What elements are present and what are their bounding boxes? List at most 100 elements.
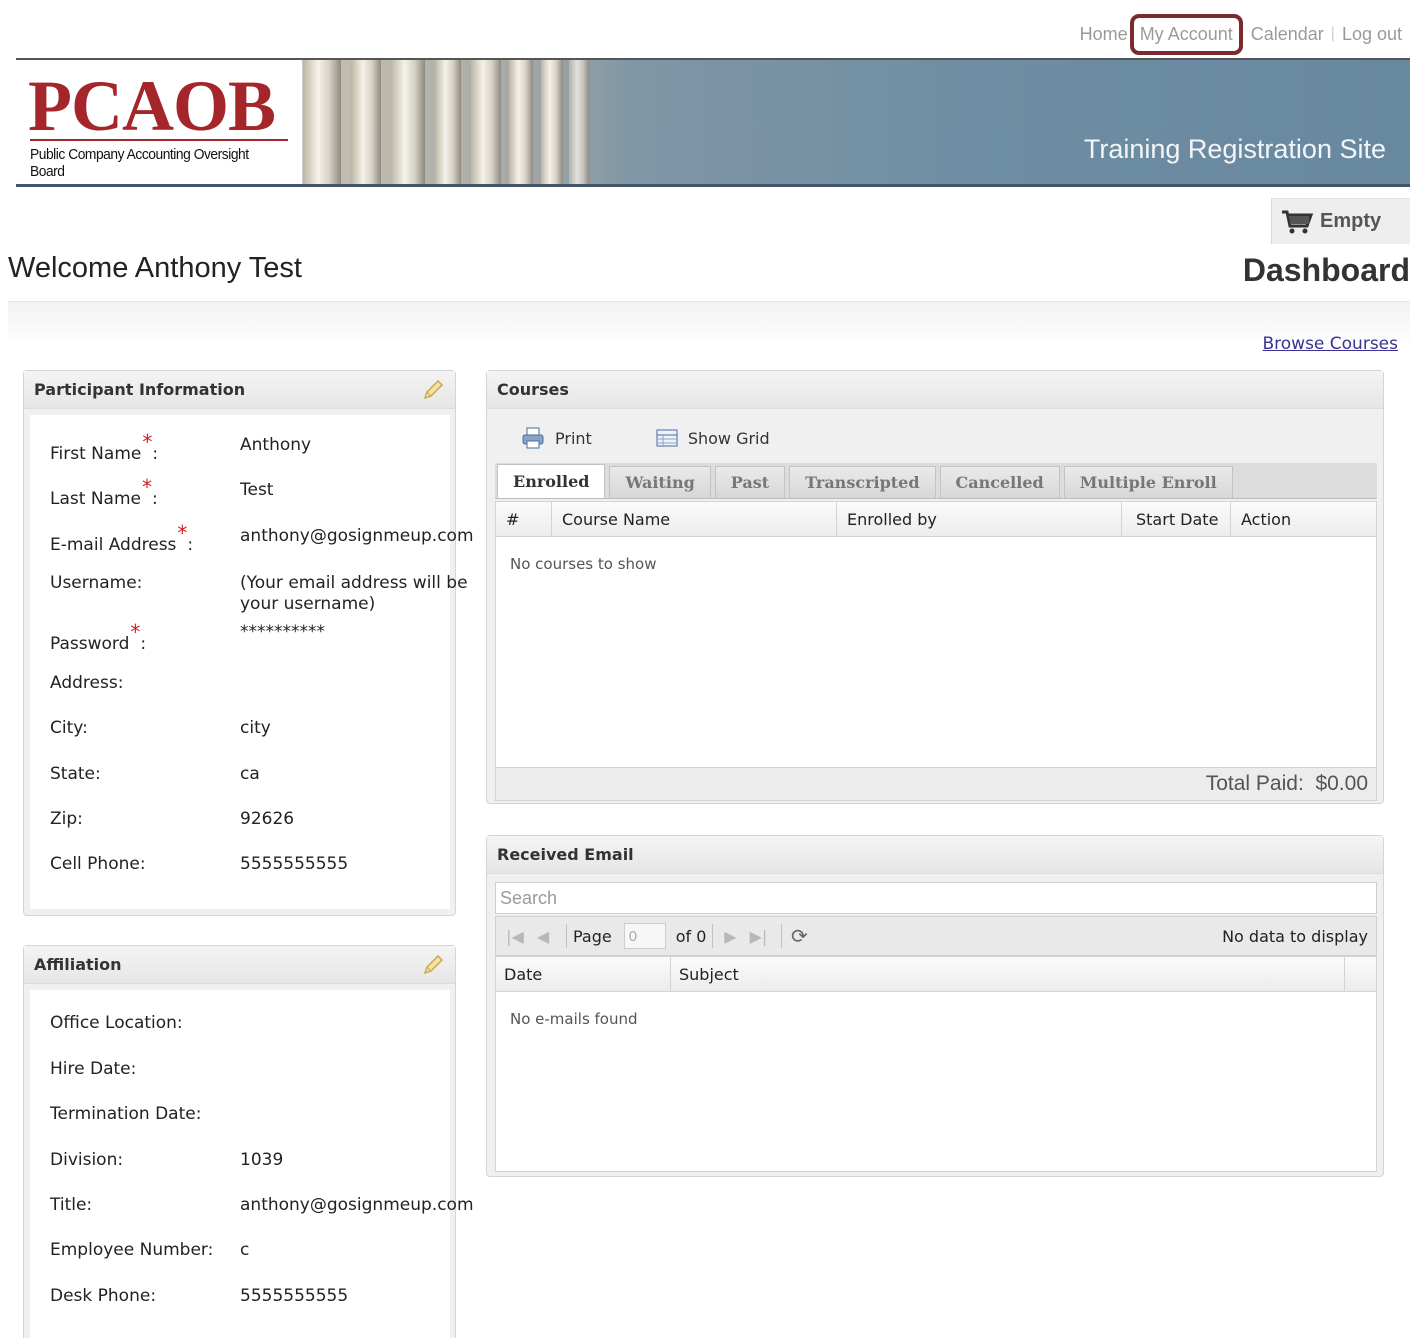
nav-my-account-link[interactable]: My Account (1140, 24, 1233, 44)
email-search-input[interactable] (495, 882, 1377, 914)
tab-waiting[interactable]: Waiting (609, 466, 711, 498)
nav-home-link[interactable]: Home (1080, 24, 1128, 45)
email-pager: |◀ ◀ Page of 0 ▶ ▶| ⟳ No data to display (495, 916, 1377, 956)
nav-my-account-highlight[interactable]: My Account (1129, 13, 1243, 55)
tab-enrolled[interactable]: Enrolled (497, 464, 606, 498)
total-paid-bar: Total Paid: $0.00 (495, 767, 1377, 801)
tab-transcripted[interactable]: Transcripted (789, 466, 936, 498)
column-header-number[interactable]: # (496, 502, 552, 536)
received-email-title: Received Email (497, 845, 634, 864)
no-data-message: No data to display (1222, 926, 1368, 946)
no-emails-message: No e-mails found (510, 1010, 638, 1028)
courses-header: Courses (487, 371, 1383, 409)
site-title: Training Registration Site (1083, 134, 1386, 164)
pager-separator (712, 924, 714, 948)
last-page-icon[interactable]: ▶| (747, 924, 769, 948)
page-number-input[interactable] (623, 923, 666, 949)
email-grid-body: No e-mails found (495, 992, 1377, 1172)
city-value: city (240, 718, 271, 738)
total-paid: Total Paid: $0.00 (1205, 772, 1368, 795)
required-asterisk: * (130, 620, 141, 644)
column-header-enrolled-by[interactable]: Enrolled by (837, 502, 1122, 536)
logo-subtitle: Public Company Accounting Oversight Boar… (30, 146, 249, 180)
show-grid-label: Show Grid (687, 428, 770, 448)
division-value: 1039 (240, 1150, 284, 1170)
email-value: anthony@gosignmeup.com (240, 526, 474, 546)
column-header-start-date[interactable]: Start Date (1122, 502, 1231, 536)
field-label: E-mail Address (50, 535, 177, 555)
next-page-icon[interactable]: ▶ (719, 924, 741, 948)
column-header-subject[interactable]: Subject (671, 957, 1345, 991)
browse-courses-link[interactable]: Browse Courses (1262, 334, 1398, 354)
welcome-message: Welcome Anthony Test (8, 252, 302, 284)
first-name-value: Anthony (240, 435, 312, 455)
required-asterisk: * (177, 521, 188, 545)
first-page-icon[interactable]: |◀ (504, 924, 526, 948)
field-label: State: (50, 764, 101, 784)
field-label: First Name (50, 444, 142, 464)
printer-icon (522, 427, 544, 449)
header-banner: PCAOB Public Company Accounting Oversigh… (16, 58, 1410, 187)
field-label: Username: (50, 573, 143, 593)
grid-icon (656, 429, 678, 447)
participant-info-header: Participant Information (24, 371, 455, 409)
field-label: Title: (50, 1195, 93, 1215)
pager-separator (566, 924, 567, 948)
tab-multiple-enroll[interactable]: Multiple Enroll (1063, 466, 1233, 498)
column-header-date[interactable]: Date (496, 957, 671, 991)
cart-label: Empty (1320, 210, 1382, 232)
tab-past[interactable]: Past (714, 466, 786, 498)
title-value: anthony@gosignmeup.com (240, 1195, 474, 1215)
participant-info-panel: Participant Information First Name*: Ant… (23, 370, 474, 916)
pager-separator (781, 924, 783, 948)
username-value: (Your email address will be your usernam… (240, 573, 468, 614)
cart-button[interactable]: Empty (1271, 198, 1410, 244)
edit-pencil-icon[interactable] (421, 953, 445, 977)
affiliation-title: Affiliation (34, 955, 122, 974)
state-value: ca (240, 764, 260, 784)
tab-cancelled[interactable]: Cancelled (939, 466, 1060, 498)
courses-grid-body: No courses to show (495, 537, 1377, 767)
last-name-value: Test (240, 480, 274, 500)
page-count: of 0 (675, 926, 707, 946)
courses-grid-header: # Course Name Enrolled by Start Date Act… (495, 501, 1377, 537)
courses-toolbar: Print Show Grid (495, 416, 1375, 460)
cart-icon (1282, 210, 1314, 233)
affiliation-header: Affiliation (24, 946, 455, 984)
received-email-panel: Received Email |◀ ◀ Page of 0 ▶ ▶| ⟳ No … (486, 835, 1384, 1177)
affiliation-panel: Affiliation Office Location: Hire Date: … (23, 945, 474, 1338)
participant-info-body: First Name*: Anthony Last Name*: Test E-… (30, 415, 474, 909)
field-label: Office Location: (50, 1013, 183, 1033)
logo-text: PCAOB (28, 66, 276, 146)
employee-number-value: c (240, 1240, 250, 1260)
nav-separator: | (1330, 25, 1335, 42)
nav-calendar-link[interactable]: Calendar (1251, 24, 1324, 45)
column-header-course-name[interactable]: Course Name (552, 502, 837, 536)
courses-panel: Courses Print Show Grid Enrolled Waiting… (486, 370, 1384, 804)
column-header-blank (1345, 957, 1376, 991)
field-label: Address: (50, 673, 124, 693)
banner-columns-image: Training Registration Site (303, 60, 1410, 184)
desk-phone-value: 5555555555 (240, 1286, 349, 1306)
print-label: Print (555, 428, 592, 448)
show-grid-button[interactable]: Show Grid (656, 429, 770, 448)
affiliation-body: Office Location: Hire Date: Termination … (30, 990, 474, 1338)
refresh-icon[interactable]: ⟳ (788, 924, 810, 948)
column-header-action[interactable]: Action (1231, 502, 1376, 536)
edit-pencil-icon[interactable] (421, 378, 445, 402)
pcaob-logo[interactable]: PCAOB Public Company Accounting Oversigh… (16, 60, 303, 184)
email-grid-header: Date Subject (495, 956, 1377, 992)
field-label: Employee Number: (50, 1240, 214, 1260)
field-label: Termination Date: (50, 1104, 202, 1124)
nav-logout-link[interactable]: Log out (1342, 24, 1402, 45)
no-courses-message: No courses to show (510, 555, 657, 573)
title-divider (8, 301, 1410, 347)
field-label: Hire Date: (50, 1059, 137, 1079)
field-label: City: (50, 718, 88, 738)
page-label: Page (573, 926, 612, 946)
required-asterisk: * (141, 475, 152, 499)
prev-page-icon[interactable]: ◀ (532, 924, 554, 948)
print-button[interactable]: Print (521, 427, 592, 449)
field-label: Division: (50, 1150, 124, 1170)
field-label: Cell Phone: (50, 854, 146, 874)
